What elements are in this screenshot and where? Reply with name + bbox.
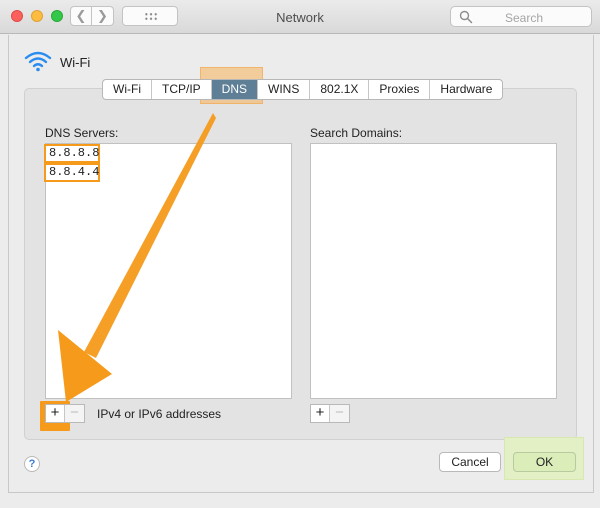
remove-search-domain-button[interactable]: − [330, 405, 349, 422]
search-domains-list[interactable] [310, 143, 557, 399]
search-field[interactable]: Search [450, 6, 592, 27]
tab-tcp-ip[interactable]: TCP/IP [152, 80, 212, 99]
dns-servers-label: DNS Servers: [45, 126, 119, 140]
ok-button[interactable]: OK [513, 452, 576, 472]
add-dns-server-button[interactable]: + [46, 405, 65, 422]
service-name: Wi-Fi [60, 55, 91, 70]
search-icon [459, 10, 473, 24]
dns-server-entry[interactable]: 8.8.8.8 [44, 144, 100, 163]
search-domains-label: Search Domains: [310, 126, 403, 140]
tab-hardware[interactable]: Hardware [430, 80, 502, 99]
tab-proxies[interactable]: Proxies [369, 80, 431, 99]
add-search-domain-button[interactable]: + [311, 405, 330, 422]
help-button[interactable]: ? [24, 456, 40, 472]
title-bar: ❮ ❯ Network Search [0, 0, 600, 34]
wifi-icon [24, 51, 52, 72]
search-placeholder: Search [505, 11, 544, 25]
tab-802-1x[interactable]: 802.1X [310, 80, 370, 99]
tab-dns[interactable]: DNS [211, 80, 258, 99]
dns-hint-text: IPv4 or IPv6 addresses [97, 407, 222, 421]
tab-bar: Wi-Fi TCP/IP DNS WINS 802.1X Proxies Hardware [102, 79, 504, 100]
remove-dns-server-button[interactable]: − [65, 405, 84, 422]
tab-wi-fi[interactable]: Wi-Fi [103, 80, 152, 99]
domains-add-remove-control: + − [310, 404, 350, 423]
tab-wins[interactable]: WINS [258, 80, 311, 99]
dns-add-remove-control: + − [45, 404, 85, 423]
dns-server-entry[interactable]: 8.8.4.4 [44, 163, 100, 182]
cancel-button[interactable]: Cancel [439, 452, 501, 472]
